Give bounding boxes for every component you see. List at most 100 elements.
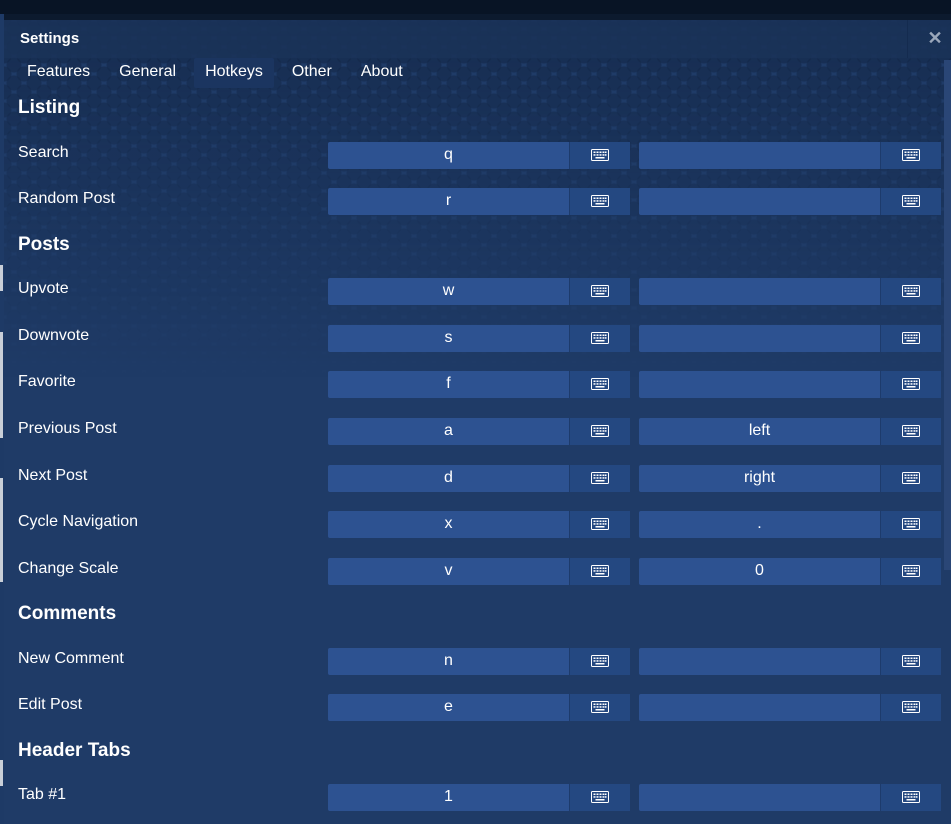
primary-hotkey-key-value: q (444, 146, 453, 163)
hotkey-label: Favorite (18, 373, 76, 390)
primary-hotkey-key-value: s (444, 329, 453, 346)
hotkey-label: New Comment (18, 650, 124, 667)
record-hotkey-button[interactable] (880, 142, 941, 169)
primary-hotkey-key-value: n (444, 652, 453, 669)
record-hotkey-button[interactable] (880, 694, 941, 721)
secondary-hotkey-key-value (639, 784, 880, 811)
tab-other[interactable]: Other (281, 58, 343, 88)
secondary-hotkey-key-value (639, 188, 880, 215)
record-hotkey-button[interactable] (880, 278, 941, 305)
record-hotkey-button[interactable] (569, 648, 630, 675)
background-edge-mark (0, 478, 3, 582)
hotkey-label: Upvote (18, 280, 69, 297)
record-hotkey-button[interactable] (880, 558, 941, 585)
background-edge-mark (0, 332, 3, 438)
secondary-hotkey-key-value: . (757, 515, 762, 532)
primary-hotkey-field[interactable]: w (328, 278, 630, 305)
record-hotkey-button[interactable] (569, 371, 630, 398)
settings-window: Settings ✕ Features General Hotkeys Othe… (4, 20, 951, 824)
record-hotkey-button[interactable] (569, 188, 630, 215)
primary-hotkey-key-value: v (444, 562, 453, 579)
primary-hotkey-field[interactable]: x (328, 511, 630, 538)
background-edge-mark (0, 265, 3, 291)
hotkey-label: Next Post (18, 467, 88, 484)
hotkey-label: Downvote (18, 327, 90, 344)
primary-hotkey-field[interactable]: s (328, 325, 630, 352)
record-hotkey-button[interactable] (569, 511, 630, 538)
tab-about[interactable]: About (350, 58, 414, 88)
primary-hotkey-key-value: w (442, 282, 455, 299)
primary-hotkey-key-value: f (446, 375, 451, 392)
record-hotkey-button[interactable] (569, 694, 630, 721)
record-hotkey-button[interactable] (569, 278, 630, 305)
tab-general[interactable]: General (108, 58, 187, 88)
secondary-hotkey-field[interactable]: left (639, 418, 941, 445)
record-hotkey-button[interactable] (880, 511, 941, 538)
secondary-hotkey-field[interactable]: 0 (639, 558, 941, 585)
record-hotkey-button[interactable] (880, 784, 941, 811)
primary-hotkey-key-value: r (445, 192, 452, 209)
primary-hotkey-field[interactable]: r (328, 188, 630, 215)
primary-hotkey-field[interactable]: q (328, 142, 630, 169)
hotkey-label: Random Post (18, 190, 115, 207)
primary-hotkey-field[interactable]: f (328, 371, 630, 398)
record-hotkey-button[interactable] (880, 418, 941, 445)
hotkey-label: Change Scale (18, 560, 119, 577)
record-hotkey-button[interactable] (880, 371, 941, 398)
record-hotkey-button[interactable] (880, 325, 941, 352)
hotkey-label: Previous Post (18, 420, 117, 437)
secondary-hotkey-field[interactable] (639, 142, 941, 169)
secondary-hotkey-field[interactable] (639, 648, 941, 675)
settings-tabs: Features General Hotkeys Other About (16, 58, 421, 90)
secondary-hotkey-key-value (639, 694, 880, 721)
primary-hotkey-key-value: a (444, 422, 453, 439)
primary-hotkey-field[interactable]: d (328, 465, 630, 492)
record-hotkey-button[interactable] (880, 465, 941, 492)
secondary-hotkey-field[interactable] (639, 784, 941, 811)
primary-hotkey-field[interactable]: a (328, 418, 630, 445)
record-hotkey-button[interactable] (569, 784, 630, 811)
secondary-hotkey-field[interactable]: right (639, 465, 941, 492)
record-hotkey-button[interactable] (569, 465, 630, 492)
section-heading: Comments (18, 603, 117, 624)
tab-hotkeys[interactable]: Hotkeys (194, 58, 274, 88)
primary-hotkey-field[interactable]: 1 (328, 784, 630, 811)
page-top-strip (0, 0, 951, 14)
hotkey-label: Cycle Navigation (18, 513, 139, 530)
record-hotkey-button[interactable] (569, 325, 630, 352)
background-edge-mark (0, 760, 3, 786)
primary-hotkey-field[interactable]: n (328, 648, 630, 675)
secondary-hotkey-key-value (639, 371, 880, 398)
record-hotkey-button[interactable] (569, 142, 630, 169)
primary-hotkey-field[interactable]: v (328, 558, 630, 585)
primary-hotkey-field[interactable]: e (328, 694, 630, 721)
primary-hotkey-key-value: d (444, 469, 453, 486)
record-hotkey-button[interactable] (569, 418, 630, 445)
secondary-hotkey-key-value: left (748, 422, 771, 439)
hotkey-label: Search (18, 144, 69, 161)
primary-hotkey-key-value: e (444, 698, 453, 715)
secondary-hotkey-field[interactable] (639, 325, 941, 352)
secondary-hotkey-key-value (639, 142, 880, 169)
secondary-hotkey-field[interactable] (639, 371, 941, 398)
scrollbar[interactable] (944, 60, 951, 570)
secondary-hotkey-field[interactable]: . (639, 511, 941, 538)
close-icon[interactable]: ✕ (926, 29, 944, 47)
section-heading: Listing (18, 97, 81, 118)
record-hotkey-button[interactable] (880, 648, 941, 675)
secondary-hotkey-key-value: right (743, 469, 776, 486)
secondary-hotkey-field[interactable] (639, 188, 941, 215)
hotkey-label: Tab #1 (18, 786, 67, 803)
secondary-hotkey-field[interactable] (639, 278, 941, 305)
secondary-hotkey-field[interactable] (639, 694, 941, 721)
record-hotkey-button[interactable] (880, 188, 941, 215)
hotkey-label: Edit Post (18, 696, 83, 713)
window-titlebar[interactable]: Settings ✕ (4, 20, 951, 58)
primary-hotkey-key-value: 1 (444, 788, 453, 805)
secondary-hotkey-key-value (639, 325, 880, 352)
primary-hotkey-key-value: x (444, 515, 453, 532)
secondary-hotkey-key-value: 0 (755, 562, 764, 579)
record-hotkey-button[interactable] (569, 558, 630, 585)
section-heading: Posts (18, 234, 70, 255)
tab-features[interactable]: Features (16, 58, 101, 88)
